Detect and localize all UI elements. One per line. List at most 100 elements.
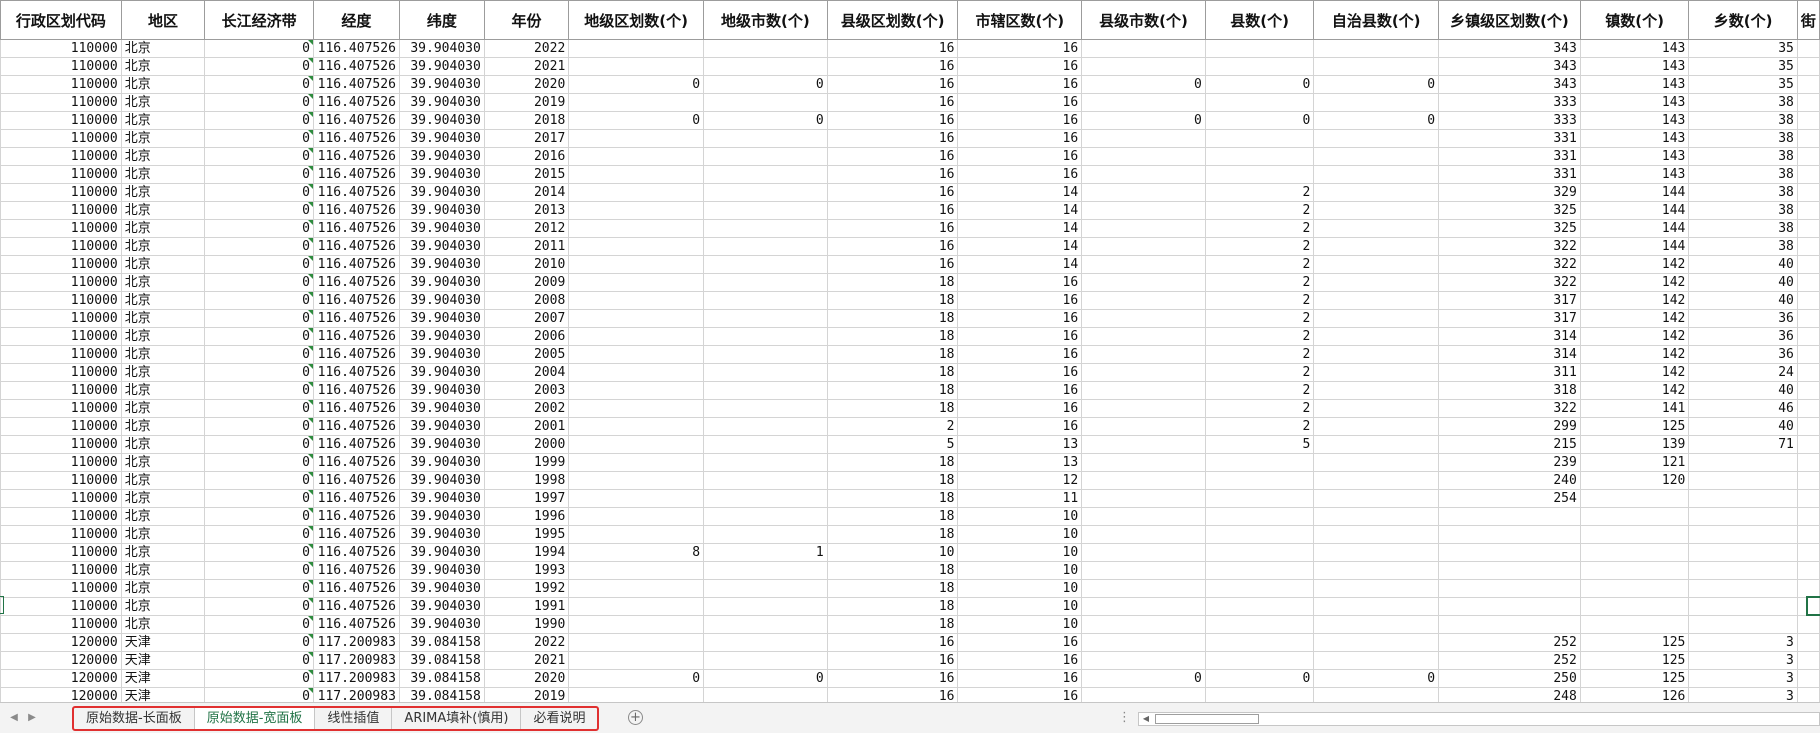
cell[interactable]: 14 xyxy=(957,219,1083,238)
cell[interactable]: 北京 xyxy=(120,381,206,400)
cell[interactable] xyxy=(1688,471,1798,490)
cell[interactable]: 343 xyxy=(1438,75,1581,94)
cell[interactable]: 0 xyxy=(204,561,314,580)
cell[interactable]: 38 xyxy=(1688,165,1798,184)
cell[interactable]: 46 xyxy=(1688,399,1798,418)
cell[interactable]: 0 xyxy=(204,273,314,292)
cell[interactable] xyxy=(568,399,705,418)
cell[interactable]: 110000 xyxy=(0,57,122,76)
cell[interactable] xyxy=(1204,147,1315,166)
cell[interactable] xyxy=(1313,363,1440,382)
cell[interactable]: 39.904030 xyxy=(398,399,485,418)
cell[interactable]: 16 xyxy=(826,57,959,76)
cell[interactable]: 143 xyxy=(1579,75,1690,94)
cell[interactable]: 240 xyxy=(1438,471,1581,490)
cell[interactable]: 317 xyxy=(1438,291,1581,310)
cell[interactable]: 120000 xyxy=(0,651,122,670)
cell[interactable]: 116.407526 xyxy=(312,255,400,274)
cell[interactable]: 2007 xyxy=(483,309,570,328)
cell[interactable] xyxy=(1796,147,1820,166)
cell[interactable]: 0 xyxy=(204,507,314,526)
cell[interactable] xyxy=(568,219,705,238)
cell[interactable]: 116.407526 xyxy=(312,165,400,184)
cell[interactable]: 110000 xyxy=(0,255,122,274)
cell[interactable]: 38 xyxy=(1688,111,1798,130)
cell[interactable] xyxy=(703,525,828,544)
cell[interactable] xyxy=(1081,291,1206,310)
cell[interactable] xyxy=(703,417,828,436)
cell[interactable] xyxy=(1313,579,1440,598)
cell[interactable]: 39.904030 xyxy=(398,363,485,382)
cell[interactable]: 0 xyxy=(204,75,314,94)
cell[interactable]: 0 xyxy=(204,219,314,238)
cell[interactable] xyxy=(1313,219,1440,238)
cell[interactable]: 16 xyxy=(957,651,1083,670)
cell[interactable]: 0 xyxy=(204,363,314,382)
cell[interactable]: 116.407526 xyxy=(312,327,400,346)
cell[interactable] xyxy=(1081,489,1206,508)
column-header[interactable]: 县级区划数(个) xyxy=(826,0,959,40)
cell[interactable]: 38 xyxy=(1688,183,1798,202)
cell[interactable] xyxy=(703,363,828,382)
cell[interactable]: 314 xyxy=(1438,345,1581,364)
cell[interactable] xyxy=(1796,453,1820,472)
cell[interactable]: 14 xyxy=(957,183,1083,202)
cell[interactable]: 2019 xyxy=(483,93,570,112)
cell[interactable] xyxy=(1081,93,1206,112)
cell[interactable] xyxy=(1313,489,1440,508)
cell[interactable]: 39.904030 xyxy=(398,435,485,454)
cell[interactable]: 40 xyxy=(1688,381,1798,400)
cell[interactable] xyxy=(1796,57,1820,76)
cell[interactable] xyxy=(1796,687,1820,702)
cell[interactable] xyxy=(1081,543,1206,562)
cell[interactable]: 39.904030 xyxy=(398,561,485,580)
cell[interactable] xyxy=(1313,165,1440,184)
cell[interactable] xyxy=(1796,651,1820,670)
cell[interactable] xyxy=(1796,579,1820,598)
cell[interactable]: 2 xyxy=(1204,345,1315,364)
cell[interactable]: 0 xyxy=(1081,111,1206,130)
cell[interactable] xyxy=(568,435,705,454)
cell[interactable] xyxy=(1313,507,1440,526)
cell[interactable]: 10 xyxy=(826,543,959,562)
cell[interactable]: 2011 xyxy=(483,237,570,256)
cell[interactable]: 5 xyxy=(826,435,959,454)
cell[interactable] xyxy=(1313,417,1440,436)
cell[interactable] xyxy=(568,615,705,634)
cell[interactable]: 299 xyxy=(1438,417,1581,436)
cell[interactable]: 0 xyxy=(204,129,314,148)
cell[interactable] xyxy=(1204,561,1315,580)
cell[interactable]: 北京 xyxy=(120,201,206,220)
cell[interactable]: 0 xyxy=(204,399,314,418)
cell[interactable]: 110000 xyxy=(0,543,122,562)
cell[interactable] xyxy=(1081,129,1206,148)
cell[interactable]: 110000 xyxy=(0,507,122,526)
cell[interactable] xyxy=(1688,615,1798,634)
cell[interactable]: 0 xyxy=(703,669,828,688)
column-header[interactable]: 地级区划数(个) xyxy=(568,0,705,40)
cell[interactable]: 142 xyxy=(1579,345,1690,364)
cell[interactable]: 16 xyxy=(957,39,1083,58)
cell[interactable]: 39.084158 xyxy=(398,669,485,688)
cell[interactable] xyxy=(1313,147,1440,166)
cell[interactable]: 0 xyxy=(204,345,314,364)
cell[interactable] xyxy=(1313,237,1440,256)
cell[interactable]: 16 xyxy=(826,147,959,166)
column-header[interactable]: 地区 xyxy=(120,0,206,40)
sheet-tab[interactable]: 必看说明 xyxy=(521,708,597,729)
cell[interactable]: 239 xyxy=(1438,453,1581,472)
cell[interactable] xyxy=(1796,489,1820,508)
cell[interactable]: 北京 xyxy=(120,399,206,418)
cell[interactable]: 116.407526 xyxy=(312,129,400,148)
cell[interactable]: 117.200983 xyxy=(312,651,400,670)
cell[interactable] xyxy=(568,561,705,580)
cell[interactable]: 2016 xyxy=(483,147,570,166)
cell[interactable]: 116.407526 xyxy=(312,381,400,400)
cell[interactable]: 2013 xyxy=(483,201,570,220)
cell[interactable]: 北京 xyxy=(120,273,206,292)
cell[interactable] xyxy=(703,345,828,364)
cell[interactable]: 0 xyxy=(204,669,314,688)
cell[interactable]: 144 xyxy=(1579,201,1690,220)
cell[interactable]: 10 xyxy=(957,525,1083,544)
cell[interactable]: 16 xyxy=(826,219,959,238)
